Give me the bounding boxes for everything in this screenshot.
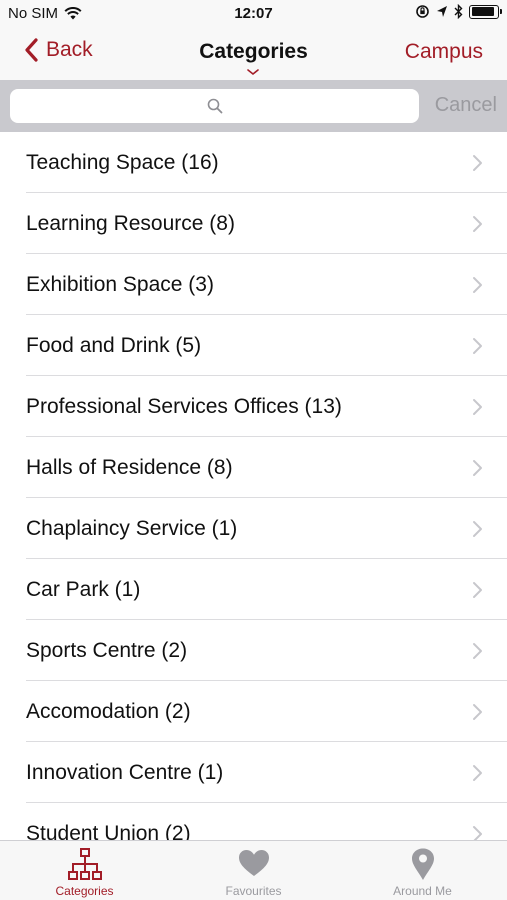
list-item[interactable]: Accomodation (2) — [0, 681, 507, 742]
tab-favourites[interactable]: Favourites — [169, 841, 338, 900]
list-item[interactable]: Student Union (2) — [0, 803, 507, 840]
hierarchy-icon — [67, 848, 102, 880]
list-item-label: Student Union (2) — [26, 821, 191, 841]
back-label: Back — [46, 38, 93, 61]
chevron-right-icon — [473, 398, 482, 415]
list-item-label: Halls of Residence (8) — [26, 455, 233, 479]
tab-label: Categories — [55, 884, 114, 898]
location-arrow-icon — [437, 6, 447, 17]
list-item-label: Teaching Space (16) — [26, 150, 219, 174]
list-item-label: Sports Centre (2) — [26, 638, 188, 662]
search-bar: Cancel — [0, 80, 507, 132]
chevron-right-icon — [473, 581, 482, 598]
chevron-right-icon — [473, 154, 482, 171]
list-item-label: Accomodation (2) — [26, 699, 191, 723]
chevron-right-icon — [473, 642, 482, 659]
battery-icon — [469, 4, 502, 19]
cancel-button[interactable]: Cancel — [435, 94, 497, 117]
back-button[interactable]: Back — [24, 38, 93, 62]
list-item[interactable]: Halls of Residence (8) — [0, 437, 507, 498]
search-input[interactable] — [10, 89, 419, 123]
list-item-label: Professional Services Offices (13) — [26, 394, 342, 418]
chevron-right-icon — [473, 276, 482, 293]
chevron-right-icon — [473, 825, 482, 840]
list-item-label: Chaplaincy Service (1) — [26, 516, 238, 540]
status-right — [415, 4, 502, 19]
chevron-right-icon — [473, 215, 482, 232]
tab-around-me[interactable]: Around Me — [338, 841, 507, 900]
chevron-right-icon — [473, 337, 482, 354]
search-icon — [207, 98, 222, 114]
list-item-label: Food and Drink (5) — [26, 333, 202, 357]
tab-label: Favourites — [225, 884, 282, 898]
campus-button[interactable]: Campus — [405, 40, 483, 64]
heart-icon — [238, 850, 269, 876]
list-item[interactable]: Professional Services Offices (13) — [0, 376, 507, 437]
category-list: Teaching Space (16) Learning Resource (8… — [0, 132, 507, 840]
status-bar: No SIM 12:07 — [0, 0, 507, 28]
list-item[interactable]: Teaching Space (16) — [0, 132, 507, 193]
list-item[interactable]: Innovation Centre (1) — [0, 742, 507, 803]
orientation-lock-icon — [416, 5, 429, 18]
list-item[interactable]: Sports Centre (2) — [0, 620, 507, 681]
list-item[interactable]: Learning Resource (8) — [0, 193, 507, 254]
list-item-label: Car Park (1) — [26, 577, 141, 601]
chevron-right-icon — [473, 459, 482, 476]
map-pin-icon — [411, 848, 434, 880]
tab-categories[interactable]: Categories — [0, 841, 169, 900]
bluetooth-icon — [454, 4, 463, 19]
chevron-right-icon — [473, 703, 482, 720]
list-item[interactable]: Car Park (1) — [0, 559, 507, 620]
list-item[interactable]: Chaplaincy Service (1) — [0, 498, 507, 559]
list-item[interactable]: Exhibition Space (3) — [0, 254, 507, 315]
chevron-right-icon — [473, 520, 482, 537]
list-item[interactable]: Food and Drink (5) — [0, 315, 507, 376]
list-item-label: Innovation Centre (1) — [26, 760, 224, 784]
list-item-label: Exhibition Space (3) — [26, 272, 214, 296]
tab-label: Around Me — [393, 884, 452, 898]
list-item-label: Learning Resource (8) — [26, 211, 235, 235]
tab-bar: Categories Favourites Around Me — [0, 840, 507, 900]
chevron-down-icon[interactable] — [246, 68, 260, 76]
navigation-bar: Back Categories Campus — [0, 28, 507, 80]
chevron-right-icon — [473, 764, 482, 781]
chevron-left-icon — [25, 38, 38, 62]
